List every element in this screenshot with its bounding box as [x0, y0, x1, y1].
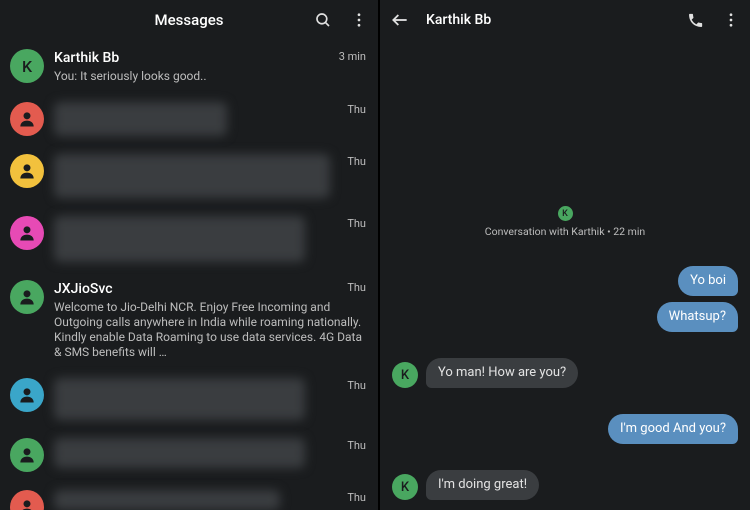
- redacted-content: [54, 154, 330, 198]
- conversation-time: Thu: [347, 103, 366, 116]
- avatar: [10, 378, 44, 412]
- received-message-row: K Yo man! How are you?: [392, 358, 738, 388]
- conversation-list: K Karthik Bb You: It seriously looks good.…: [0, 40, 378, 510]
- search-icon[interactable]: [314, 11, 332, 29]
- back-icon[interactable]: [390, 10, 410, 30]
- conversation-time: Thu: [347, 491, 366, 504]
- conversation-name: JXJioSvc: [54, 280, 368, 298]
- redacted-content: [54, 490, 280, 510]
- chat-pane: Karthik Bb K Conversation with Karthik •…: [380, 0, 750, 510]
- conversation-time: Thu: [347, 281, 366, 294]
- sent-message-row: Yo boi: [392, 266, 738, 296]
- conversation-row[interactable]: JXJioSvc Welcome to Jio-Delhi NCR. Enjoy …: [0, 271, 378, 369]
- conversation-time: 3 min: [339, 50, 366, 63]
- conversation-list-pane: Messages K Karthik Bb You: It seriously lo…: [0, 0, 378, 510]
- message-bubble[interactable]: Whatsup?: [657, 302, 738, 332]
- sent-message-row: I'm good And you?: [392, 414, 738, 444]
- sent-message-row: Whatsup?: [392, 302, 738, 332]
- avatar: [10, 102, 44, 136]
- avatar: [10, 280, 44, 314]
- conversation-time: Thu: [347, 155, 366, 168]
- redacted-content: [54, 378, 305, 420]
- message-bubble[interactable]: Yo boi: [678, 266, 738, 296]
- conversation-row[interactable]: Thu: [0, 93, 378, 145]
- message-bubble[interactable]: I'm doing great!: [426, 470, 539, 500]
- received-message-row: K I'm doing great!: [392, 470, 738, 500]
- chat-area: K Conversation with Karthik • 22 min Yo …: [380, 40, 750, 510]
- avatar: [10, 490, 44, 510]
- redacted-content: [54, 438, 305, 468]
- conversation-row[interactable]: Thu: [0, 429, 378, 481]
- conversation-time: Thu: [347, 379, 366, 392]
- more-icon[interactable]: [350, 11, 368, 29]
- conversation-meta-text: Conversation with Karthik • 22 min: [485, 225, 645, 238]
- conversation-meta: K Conversation with Karthik • 22 min: [485, 206, 645, 238]
- avatar: [10, 438, 44, 472]
- conversation-time: Thu: [347, 439, 366, 452]
- avatar: K: [10, 49, 44, 83]
- left-header: Messages: [0, 0, 378, 40]
- message-list: Yo boi Whatsup? K Yo man! How are you? I'm g…: [392, 266, 738, 500]
- redacted-content: [54, 216, 305, 262]
- right-header: Karthik Bb: [380, 0, 750, 40]
- conversation-name: Karthik Bb: [54, 49, 368, 67]
- conversation-row[interactable]: Thu: [0, 207, 378, 271]
- conversation-row[interactable]: Thu: [0, 145, 378, 207]
- conversation-row[interactable]: Thu: [0, 369, 378, 429]
- redacted-content: [54, 102, 227, 136]
- message-avatar: K: [392, 362, 418, 388]
- phone-icon[interactable]: [687, 12, 704, 29]
- conversation-row[interactable]: Thu: [0, 481, 378, 510]
- conversation-time: Thu: [347, 217, 366, 230]
- conversation-preview: Welcome to Jio-Delhi NCR. Enjoy Free Inc…: [54, 300, 368, 360]
- avatar: [10, 216, 44, 250]
- message-bubble[interactable]: I'm good And you?: [608, 414, 738, 444]
- conversation-row[interactable]: K Karthik Bb You: It seriously looks good.…: [0, 40, 378, 93]
- more-icon[interactable]: [722, 11, 740, 29]
- conversation-preview: You: It seriously looks good..: [54, 69, 368, 84]
- avatar: [10, 154, 44, 188]
- meta-avatar: K: [558, 206, 573, 221]
- app-title: Messages: [155, 11, 224, 29]
- message-bubble[interactable]: Yo man! How are you?: [426, 358, 578, 388]
- chat-title: Karthik Bb: [426, 12, 687, 28]
- message-avatar: K: [392, 474, 418, 500]
